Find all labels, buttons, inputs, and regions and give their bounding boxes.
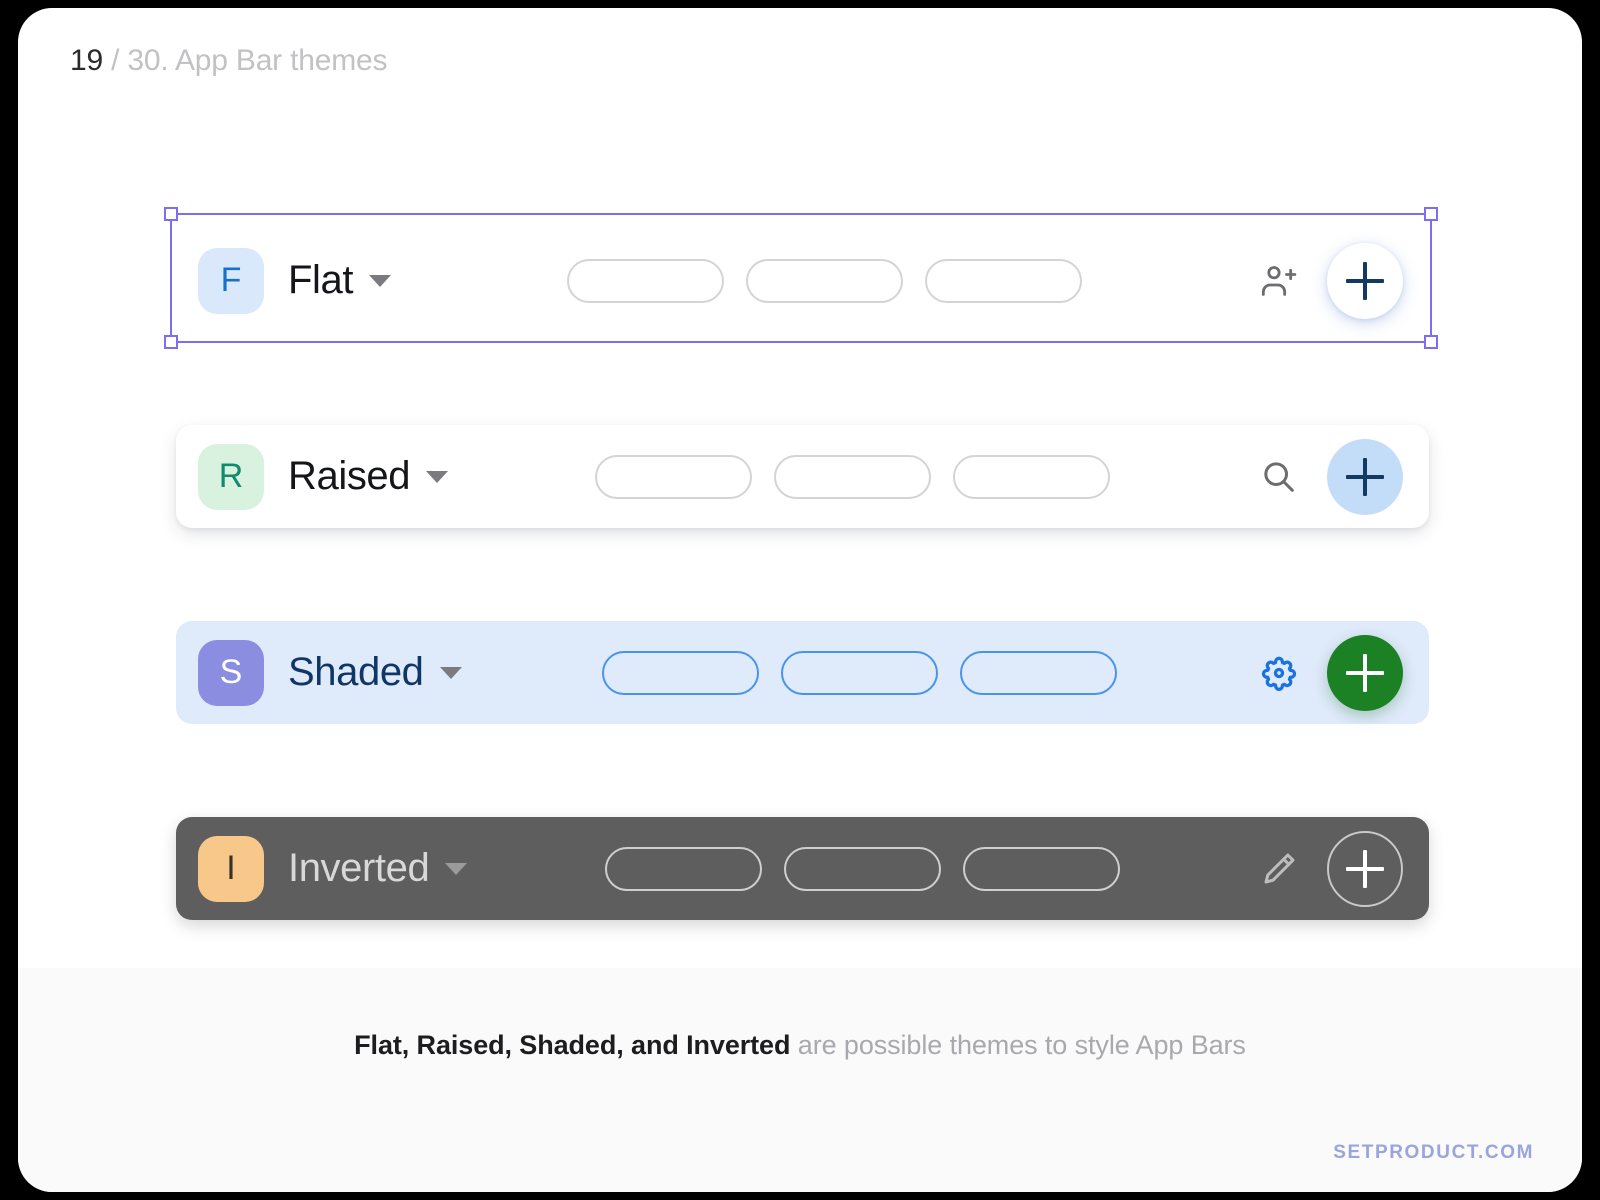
nav-pill-group bbox=[604, 846, 1120, 891]
caption: Flat, Raised, Shaded, and Inverted are p… bbox=[18, 1030, 1582, 1061]
chevron-down-icon[interactable] bbox=[445, 862, 468, 875]
avatar-letter: S bbox=[219, 653, 243, 691]
search-icon[interactable] bbox=[1257, 455, 1301, 499]
avatar-letter: R bbox=[218, 457, 244, 495]
avatar[interactable]: R bbox=[198, 443, 264, 510]
nav-pill[interactable] bbox=[962, 846, 1120, 891]
fab-add-button[interactable] bbox=[1326, 634, 1403, 711]
gear-icon[interactable] bbox=[1257, 651, 1301, 695]
person-add-icon[interactable] bbox=[1257, 259, 1301, 303]
selection-handle-top-right[interactable] bbox=[1424, 207, 1438, 221]
nav-pill[interactable] bbox=[953, 454, 1111, 499]
slide-canvas: 19 / 30. App Bar themes F Flat R Raised … bbox=[18, 8, 1582, 1192]
selection-handle-bottom-left[interactable] bbox=[164, 335, 178, 349]
fab-add-button[interactable] bbox=[1327, 242, 1403, 319]
caption-muted: are possible themes to style App Bars bbox=[790, 1030, 1246, 1060]
fab-add-button[interactable] bbox=[1327, 438, 1403, 515]
nav-pill[interactable] bbox=[959, 650, 1117, 695]
app-bar-title-dropdown[interactable]: Flat bbox=[288, 258, 392, 303]
selection-handle-top-left[interactable] bbox=[164, 207, 178, 221]
nav-pill[interactable] bbox=[601, 650, 759, 695]
caption-strong: Flat, Raised, Shaded, and Inverted bbox=[354, 1030, 791, 1060]
chevron-down-icon[interactable] bbox=[439, 666, 462, 679]
nav-pill[interactable] bbox=[745, 258, 903, 303]
nav-pill-group bbox=[601, 650, 1117, 695]
nav-pill[interactable] bbox=[780, 650, 938, 695]
plus-icon bbox=[1346, 458, 1384, 496]
nav-pill[interactable] bbox=[566, 258, 724, 303]
nav-pill[interactable] bbox=[774, 454, 932, 499]
footer-area: Flat, Raised, Shaded, and Inverted are p… bbox=[18, 968, 1582, 1192]
app-bar-title-dropdown[interactable]: Shaded bbox=[288, 650, 462, 695]
watermark: SETPRODUCT.COM bbox=[1333, 1142, 1534, 1163]
app-bar-title: Shaded bbox=[288, 650, 424, 694]
pencil-icon[interactable] bbox=[1257, 847, 1301, 891]
app-bar-title: Flat bbox=[288, 258, 354, 302]
chevron-down-icon[interactable] bbox=[426, 470, 449, 483]
slide-number: 19 bbox=[70, 44, 103, 77]
app-bar-title: Raised bbox=[288, 454, 411, 498]
plus-icon bbox=[1346, 850, 1384, 888]
nav-pill[interactable] bbox=[595, 454, 753, 499]
avatar[interactable]: F bbox=[198, 247, 264, 314]
avatar-letter: I bbox=[226, 849, 236, 887]
app-bar-title: Inverted bbox=[288, 846, 430, 890]
app-bar-raised[interactable]: R Raised bbox=[176, 425, 1429, 528]
fab-add-button[interactable] bbox=[1327, 830, 1403, 907]
app-bar-shaded[interactable]: S Shaded bbox=[176, 621, 1429, 724]
nav-pill[interactable] bbox=[604, 846, 762, 891]
app-bar-title-dropdown[interactable]: Inverted bbox=[288, 846, 468, 891]
app-bar-flat[interactable]: F Flat bbox=[176, 229, 1429, 332]
plus-icon bbox=[1346, 262, 1384, 300]
nav-pill-group bbox=[566, 258, 1082, 303]
selection-handle-bottom-right[interactable] bbox=[1424, 335, 1438, 349]
chevron-down-icon[interactable] bbox=[369, 274, 392, 287]
nav-pill[interactable] bbox=[783, 846, 941, 891]
avatar-letter: F bbox=[220, 261, 242, 299]
app-bar-title-dropdown[interactable]: Raised bbox=[288, 454, 449, 499]
slide-title-text: / 30. App Bar themes bbox=[102, 44, 388, 77]
avatar[interactable]: S bbox=[198, 639, 264, 706]
app-bar-inverted[interactable]: I Inverted bbox=[176, 817, 1429, 920]
nav-pill[interactable] bbox=[924, 258, 1082, 303]
nav-pill-group bbox=[595, 454, 1111, 499]
plus-icon bbox=[1346, 654, 1384, 692]
avatar[interactable]: I bbox=[198, 835, 264, 902]
page-title: 19 / 30. App Bar themes bbox=[70, 44, 387, 78]
